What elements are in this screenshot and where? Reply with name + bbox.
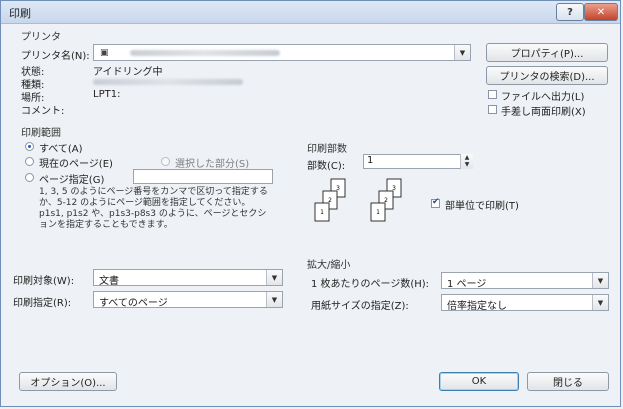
ok-button[interactable]: OK: [439, 372, 519, 391]
range-current-page-radio[interactable]: [25, 157, 34, 166]
range-selection-radio[interactable]: [161, 157, 170, 166]
range-all-label: すべて(A): [39, 144, 83, 155]
printer-name-label: プリンタ名(N):: [21, 51, 90, 62]
help-button[interactable]: ?: [556, 3, 584, 21]
printer-icon: ▣: [100, 48, 109, 58]
location-value: LPT1:: [93, 89, 121, 100]
chevron-down-icon: ▼: [454, 45, 470, 60]
svg-text:1: 1: [320, 209, 324, 216]
print-what-value: 文書: [99, 276, 119, 287]
range-pages-radio[interactable]: [25, 173, 34, 182]
scale-label: 用紙サイズの指定(Z):: [311, 301, 409, 312]
find-printer-button[interactable]: プリンタの検索(D)...: [486, 66, 608, 85]
manual-duplex-label: 手差し両面印刷(X): [501, 107, 586, 118]
close-icon: ✕: [596, 6, 606, 18]
copies-section-label: 印刷部数: [307, 144, 347, 155]
comment-label: コメント:: [21, 106, 65, 117]
chevron-down-icon: ▼: [592, 273, 608, 288]
print-pages-label: 印刷指定(R):: [13, 298, 72, 309]
range-all-radio[interactable]: [25, 142, 34, 151]
page-range-hint: 1, 3, 5 のようにページ番号をカンマで区切って指定するか、5-12 のよう…: [39, 187, 268, 230]
printer-name-redacted: [130, 50, 280, 56]
collate-label: 部単位で印刷(T): [445, 201, 519, 212]
properties-button[interactable]: プロパティ(P)...: [486, 43, 608, 62]
window-close-button[interactable]: ✕: [584, 3, 618, 21]
print-pages-value: すべてのページ: [99, 298, 168, 309]
printer-type-redacted: [93, 79, 243, 85]
scale-select[interactable]: 倍率指定なし ▼: [441, 294, 609, 312]
page-range-input[interactable]: [133, 169, 273, 184]
svg-text:1: 1: [376, 209, 380, 216]
copies-spinner[interactable]: ▲ ▼: [460, 154, 473, 169]
page-range-section-label: 印刷範囲: [21, 128, 61, 139]
copies-count-value: 1: [367, 155, 374, 166]
copies-count-input[interactable]: 1: [363, 154, 473, 169]
print-dialog: 印刷 ? ✕ プリンタ プリンタ名(N): ▣ ▼ 状態: アイドリング中 種類…: [0, 0, 621, 407]
range-current-page-label: 現在のページ(E): [39, 159, 113, 170]
chevron-down-icon: ▼: [266, 270, 282, 285]
print-to-file-checkbox[interactable]: [488, 90, 497, 99]
collate-stack-2-icon: 3 2 1: [370, 178, 402, 222]
print-what-select[interactable]: 文書 ▼: [93, 269, 283, 287]
print-pages-select[interactable]: すべてのページ ▼: [93, 291, 283, 309]
zoom-section-label: 拡大/縮小: [307, 260, 351, 271]
manual-duplex-checkbox[interactable]: [488, 105, 497, 114]
pages-per-sheet-value: 1 ページ: [447, 279, 487, 290]
pages-per-sheet-select[interactable]: 1 ページ ▼: [441, 272, 609, 290]
title-bar: 印刷 ? ✕: [1, 1, 620, 24]
printer-name-select[interactable]: ▣ ▼: [93, 44, 471, 61]
range-pages-label: ページ指定(G): [39, 175, 105, 186]
collate-stack-1-icon: 3 2 1: [314, 178, 346, 222]
status-value: アイドリング中: [93, 67, 163, 78]
printer-section-label: プリンタ: [21, 32, 61, 43]
print-what-label: 印刷対象(W):: [13, 276, 75, 287]
help-icon: ?: [567, 6, 573, 18]
close-button[interactable]: 閉じる: [527, 372, 609, 391]
window-title: 印刷: [9, 7, 31, 20]
scale-value: 倍率指定なし: [447, 301, 507, 312]
collate-checkbox[interactable]: [431, 197, 440, 208]
print-to-file-label: ファイルへ出力(L): [501, 92, 585, 103]
pages-per-sheet-label: 1 枚あたりのページ数(H):: [311, 279, 430, 290]
copies-count-label: 部数(C):: [307, 161, 346, 172]
options-button[interactable]: オプション(O)...: [19, 372, 117, 391]
chevron-down-icon: ▼: [266, 292, 282, 307]
range-selection-label: 選択した部分(S): [175, 159, 250, 170]
chevron-down-icon: ▼: [592, 295, 608, 310]
